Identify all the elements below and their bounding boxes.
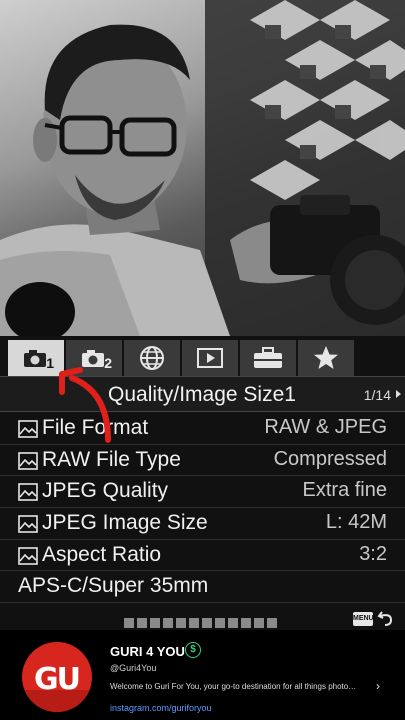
pager-dot bbox=[124, 618, 134, 628]
video-frame bbox=[0, 0, 405, 336]
still-image-icon bbox=[18, 546, 38, 565]
pager-dot bbox=[228, 618, 238, 628]
chevron-right-icon[interactable]: › bbox=[376, 679, 380, 693]
menu-item-value: 3:2 bbox=[359, 542, 387, 565]
tab-number: 2 bbox=[104, 355, 112, 371]
menu-item-value: L: 42M bbox=[325, 511, 387, 534]
pager-dot bbox=[150, 618, 160, 628]
channel-handle: @Guri4You bbox=[110, 663, 157, 673]
back-icon[interactable] bbox=[377, 609, 395, 627]
tab-setup[interactable] bbox=[240, 340, 296, 376]
menu-item-value: RAW & JPEG bbox=[264, 416, 387, 438]
tab-playback[interactable] bbox=[182, 340, 238, 376]
menu-item-value: Compressed bbox=[273, 447, 387, 470]
menu-header: Quality/Image Size1 1/14 bbox=[0, 376, 405, 412]
avatar-logo-text: GU bbox=[34, 662, 81, 697]
menu-item-raw-file-type[interactable]: RAW File Type Compressed bbox=[0, 445, 405, 477]
photo-illustration bbox=[0, 0, 405, 336]
tab-number: 1 bbox=[46, 355, 54, 371]
still-image-icon bbox=[18, 483, 38, 502]
menu-item-label: JPEG Image Size bbox=[42, 511, 208, 535]
menu-item-label: Aspect Ratio bbox=[42, 542, 162, 566]
camera-menu: 1 2 Quality/Image Size1 1/14 File Format… bbox=[0, 336, 405, 630]
tab-shooting-2[interactable]: 2 bbox=[66, 340, 122, 376]
tab-my-menu[interactable] bbox=[298, 340, 354, 376]
channel-link[interactable]: instagram.com/guriforyou bbox=[110, 703, 212, 713]
menu-button[interactable]: MENU bbox=[353, 612, 374, 626]
menu-item-jpeg-image-size[interactable]: JPEG Image Size L: 42M bbox=[0, 508, 405, 540]
page-indicator: 1/14 bbox=[363, 387, 391, 403]
pager-dot bbox=[137, 618, 147, 628]
channel-description[interactable]: Welcome to Guri For You, your go-to dest… bbox=[110, 682, 360, 691]
page-position-bar bbox=[124, 618, 280, 628]
menu-item-label: File Format bbox=[42, 416, 149, 439]
camera-icon bbox=[82, 350, 104, 367]
pager-dot bbox=[254, 618, 264, 628]
menu-item-label: APS-C/Super 35mm bbox=[18, 574, 209, 598]
tab-network[interactable] bbox=[124, 340, 180, 376]
camera-icon bbox=[24, 350, 46, 367]
pager-dot bbox=[267, 618, 277, 628]
menu-item-jpeg-quality[interactable]: JPEG Quality Extra fine bbox=[0, 476, 405, 509]
menu-item-label: JPEG Quality bbox=[42, 479, 169, 503]
channel-name[interactable]: GURI 4 YOU bbox=[110, 644, 185, 659]
star-icon bbox=[314, 346, 338, 369]
tab-shooting-1[interactable]: 1 bbox=[8, 340, 64, 376]
channel-card[interactable]: GU GURI 4 YOU $ @Guri4You Welcome to Gur… bbox=[0, 630, 405, 720]
menu-list: File Format RAW & JPEG RAW File Type Com… bbox=[0, 413, 405, 604]
menu-item-file-format[interactable]: File Format RAW & JPEG bbox=[0, 413, 405, 445]
playback-icon bbox=[197, 348, 223, 368]
pager-dot bbox=[163, 618, 173, 628]
still-image-icon bbox=[18, 451, 38, 470]
pager-dot bbox=[189, 618, 199, 628]
menu-item-value: Extra fine bbox=[302, 479, 387, 502]
pager-dot bbox=[176, 618, 186, 628]
channel-avatar[interactable]: GU bbox=[22, 642, 92, 712]
still-image-icon bbox=[18, 515, 38, 533]
menu-item-apsc-super35[interactable]: APS-C/Super 35mm bbox=[0, 571, 405, 604]
menu-title: Quality/Image Size1 bbox=[108, 383, 296, 406]
pager-dot bbox=[202, 618, 212, 628]
menu-item-label: RAW File Type bbox=[42, 447, 181, 471]
pager-dot bbox=[241, 618, 251, 628]
still-image-icon bbox=[18, 420, 38, 438]
monetization-badge-icon: $ bbox=[185, 642, 201, 658]
toolbox-icon bbox=[254, 347, 282, 368]
menu-tabs: 1 2 bbox=[8, 340, 356, 376]
menu-item-aspect-ratio[interactable]: Aspect Ratio 3:2 bbox=[0, 540, 405, 572]
next-page-icon[interactable] bbox=[396, 390, 401, 398]
globe-icon bbox=[140, 346, 164, 370]
pager-dot bbox=[215, 618, 225, 628]
